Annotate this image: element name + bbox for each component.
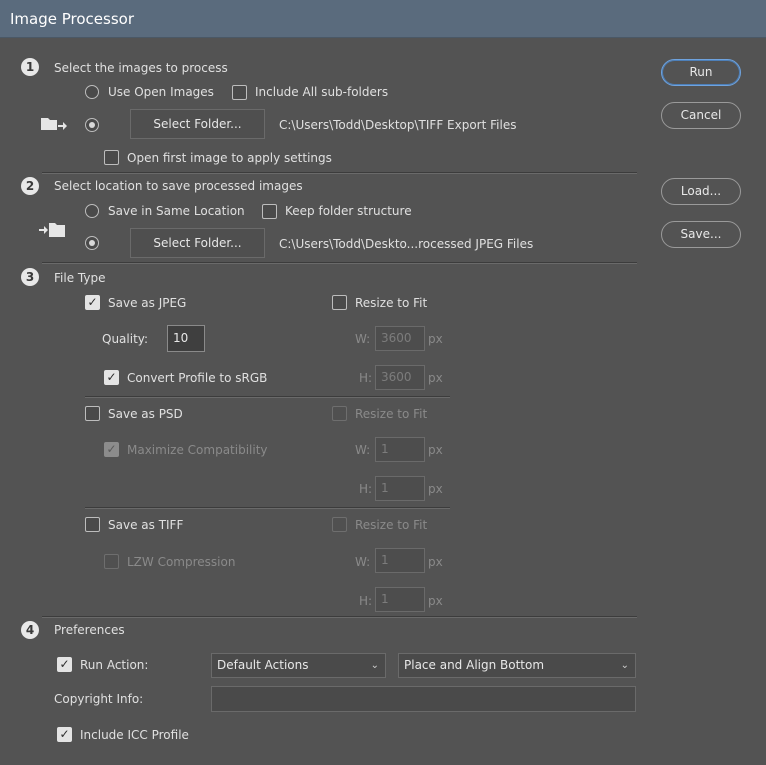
chevron-down-icon: ⌄: [620, 660, 629, 671]
tiff-height-unit: px: [428, 594, 443, 608]
jpeg-height-unit: px: [428, 371, 443, 385]
use-open-images-label: Use Open Images: [108, 85, 214, 99]
jpeg-width-unit: px: [428, 332, 443, 346]
tiff-width-field[interactable]: 1: [375, 548, 425, 573]
save-as-jpeg-label: Save as JPEG: [108, 296, 187, 310]
section-4-title: Preferences: [54, 623, 125, 637]
lzw-compression-checkbox[interactable]: [104, 554, 119, 569]
tiff-resize-checkbox[interactable]: [332, 517, 347, 532]
keep-folder-structure-label: Keep folder structure: [285, 204, 412, 218]
chevron-down-icon: ⌄: [370, 660, 379, 671]
copyright-label: Copyright Info:: [54, 692, 144, 706]
section-divider: [42, 262, 637, 264]
include-subfolders-label: Include All sub-folders: [255, 85, 389, 99]
copyright-field[interactable]: [211, 686, 636, 712]
action-dropdown[interactable]: Place and Align Bottom ⌄: [398, 653, 636, 678]
jpeg-height-field[interactable]: 3600: [375, 365, 425, 390]
jpeg-resize-label: Resize to Fit: [355, 296, 428, 310]
cancel-button[interactable]: Cancel: [661, 102, 741, 129]
include-subfolders-checkbox[interactable]: [232, 85, 247, 100]
select-destination-folder-radio[interactable]: [85, 236, 99, 250]
tiff-width-label: W:: [355, 555, 371, 569]
save-same-location-radio[interactable]: [85, 204, 99, 218]
save-settings-button[interactable]: Save...: [661, 221, 741, 248]
jpeg-height-label: H:: [359, 371, 373, 385]
run-action-checkbox[interactable]: ✓: [57, 657, 72, 672]
tiff-width-unit: px: [428, 555, 443, 569]
folder-open-arrow-icon: [40, 115, 68, 133]
save-as-psd-checkbox[interactable]: [85, 406, 100, 421]
lzw-compression-label: LZW Compression: [127, 555, 236, 569]
maximize-compatibility-label: Maximize Compatibility: [127, 443, 268, 457]
arrow-into-folder-icon: [38, 221, 66, 239]
quality-field[interactable]: 10: [167, 325, 205, 352]
section-1-title: Select the images to process: [54, 61, 228, 75]
include-icc-checkbox[interactable]: ✓: [57, 727, 72, 742]
convert-profile-checkbox[interactable]: ✓: [104, 370, 119, 385]
use-open-images-radio[interactable]: [85, 85, 99, 99]
save-same-location-label: Save in Same Location: [108, 204, 245, 218]
section-2-title: Select location to save processed images: [54, 179, 303, 193]
psd-height-field[interactable]: 1: [375, 476, 425, 501]
convert-profile-label: Convert Profile to sRGB: [127, 371, 268, 385]
jpeg-width-field[interactable]: 3600: [375, 326, 425, 351]
psd-height-unit: px: [428, 482, 443, 496]
step-3-badge: 3: [21, 268, 39, 286]
select-destination-folder-button[interactable]: Select Folder...: [130, 228, 265, 258]
psd-width-label: W:: [355, 443, 371, 457]
filetype-divider: [85, 507, 450, 509]
action-value: Place and Align Bottom: [404, 658, 545, 672]
step-2-badge: 2: [21, 177, 39, 195]
open-first-image-checkbox[interactable]: [104, 150, 119, 165]
section-divider: [42, 172, 637, 174]
section-divider: [42, 616, 637, 618]
run-action-label: Run Action:: [80, 658, 149, 672]
select-source-folder-button[interactable]: Select Folder...: [130, 109, 265, 139]
destination-folder-path: C:\Users\Todd\Deskto...rocessed JPEG Fil…: [279, 237, 534, 251]
action-set-dropdown[interactable]: Default Actions ⌄: [211, 653, 386, 678]
source-folder-path: C:\Users\Todd\Desktop\TIFF Export Files: [279, 118, 517, 132]
save-as-tiff-checkbox[interactable]: [85, 517, 100, 532]
jpeg-resize-checkbox[interactable]: [332, 295, 347, 310]
save-as-psd-label: Save as PSD: [108, 407, 183, 421]
filetype-divider: [85, 396, 450, 398]
quality-label: Quality:: [102, 332, 149, 346]
keep-folder-structure-checkbox[interactable]: [262, 204, 277, 219]
select-source-folder-radio[interactable]: [85, 118, 99, 132]
tiff-resize-label: Resize to Fit: [355, 518, 428, 532]
tiff-height-label: H:: [359, 594, 373, 608]
run-button[interactable]: Run: [661, 59, 741, 86]
include-icc-label: Include ICC Profile: [80, 728, 189, 742]
action-set-value: Default Actions: [217, 658, 309, 672]
open-first-image-label: Open first image to apply settings: [127, 151, 332, 165]
psd-resize-checkbox[interactable]: [332, 406, 347, 421]
psd-width-field[interactable]: 1: [375, 437, 425, 462]
maximize-compatibility-checkbox[interactable]: ✓: [104, 442, 119, 457]
tiff-height-field[interactable]: 1: [375, 587, 425, 612]
load-button[interactable]: Load...: [661, 178, 741, 205]
step-1-badge: 1: [21, 58, 39, 76]
section-3-title: File Type: [54, 271, 106, 285]
window-title: Image Processor: [0, 0, 766, 38]
jpeg-width-label: W:: [355, 332, 371, 346]
save-as-jpeg-checkbox[interactable]: ✓: [85, 295, 100, 310]
step-4-badge: 4: [21, 621, 39, 639]
psd-height-label: H:: [359, 482, 373, 496]
save-as-tiff-label: Save as TIFF: [108, 518, 184, 532]
psd-width-unit: px: [428, 443, 443, 457]
psd-resize-label: Resize to Fit: [355, 407, 428, 421]
